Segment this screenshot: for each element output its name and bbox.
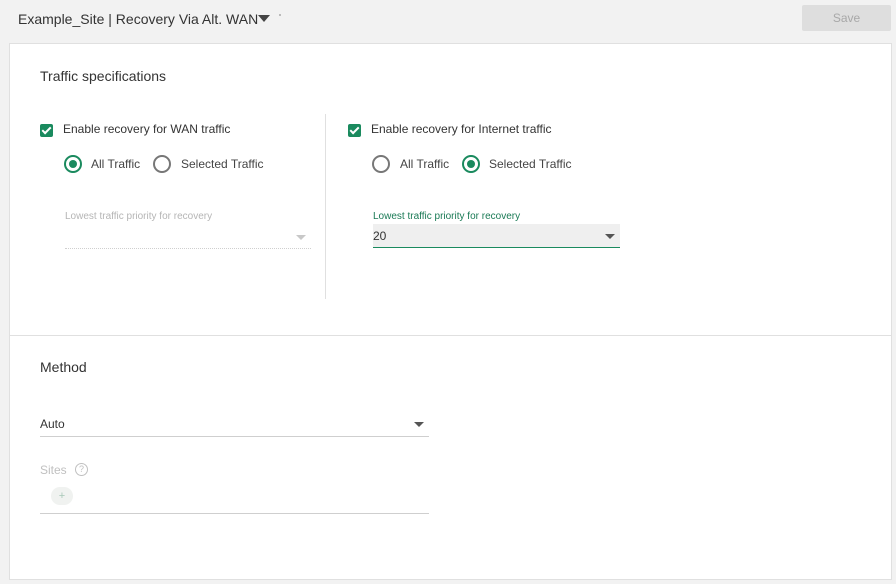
chevron-down-icon <box>414 422 424 427</box>
method-select[interactable]: Auto <box>40 412 429 437</box>
column-divider <box>325 114 326 299</box>
traffic-section-title: Traffic specifications <box>40 68 167 84</box>
internet-recovery-checkbox[interactable] <box>348 124 361 137</box>
internet-recovery-label: Enable recovery for Internet traffic <box>371 122 552 136</box>
method-section-title: Method <box>40 359 87 375</box>
chevron-down-icon <box>296 235 306 240</box>
settings-panel: Traffic specifications Enable recovery f… <box>9 43 892 580</box>
wan-priority-select <box>65 229 311 249</box>
wan-all-traffic-radio[interactable] <box>64 155 82 173</box>
divider-dot <box>279 14 281 16</box>
add-site-plus-icon[interactable]: + <box>51 487 73 505</box>
section-divider <box>10 335 891 336</box>
wan-recovery-label: Enable recovery for WAN traffic <box>63 122 231 136</box>
internet-priority-label: Lowest traffic priority for recovery <box>373 211 521 222</box>
wan-priority-label: Lowest traffic priority for recovery <box>65 211 213 222</box>
internet-selected-traffic-radio[interactable] <box>462 155 480 173</box>
internet-priority-value: 20 <box>373 229 387 243</box>
help-icon[interactable]: ? <box>75 463 88 476</box>
internet-all-traffic-radio[interactable] <box>372 155 390 173</box>
sites-field-underline <box>40 513 429 514</box>
chevron-down-icon <box>605 234 615 239</box>
method-value: Auto <box>40 417 65 431</box>
internet-selected-traffic-label: Selected Traffic <box>489 157 572 171</box>
wan-recovery-checkbox[interactable] <box>40 124 53 137</box>
internet-priority-select[interactable]: 20 <box>373 224 620 248</box>
sites-label: Sites <box>40 463 67 477</box>
chevron-down-icon[interactable] <box>258 15 270 22</box>
wan-selected-traffic-radio[interactable] <box>153 155 171 173</box>
internet-all-traffic-label: All Traffic <box>400 157 450 171</box>
wan-selected-traffic-label: Selected Traffic <box>181 157 264 171</box>
site-title[interactable]: Example_Site | Recovery Via Alt. WAN <box>18 11 258 27</box>
top-bar: Example_Site | Recovery Via Alt. WAN Sav… <box>0 0 896 42</box>
save-button[interactable]: Save <box>802 5 891 31</box>
wan-all-traffic-label: All Traffic <box>91 157 141 171</box>
